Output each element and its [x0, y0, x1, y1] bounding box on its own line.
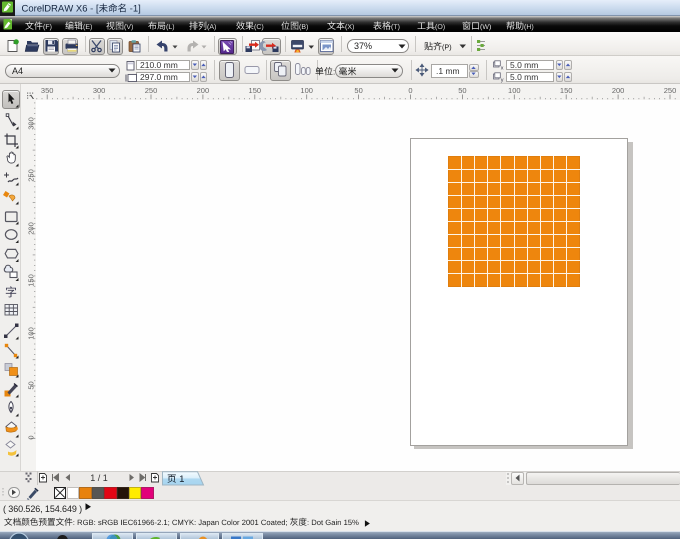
- svg-text:y: y: [501, 78, 504, 84]
- svg-text:x: x: [501, 66, 504, 72]
